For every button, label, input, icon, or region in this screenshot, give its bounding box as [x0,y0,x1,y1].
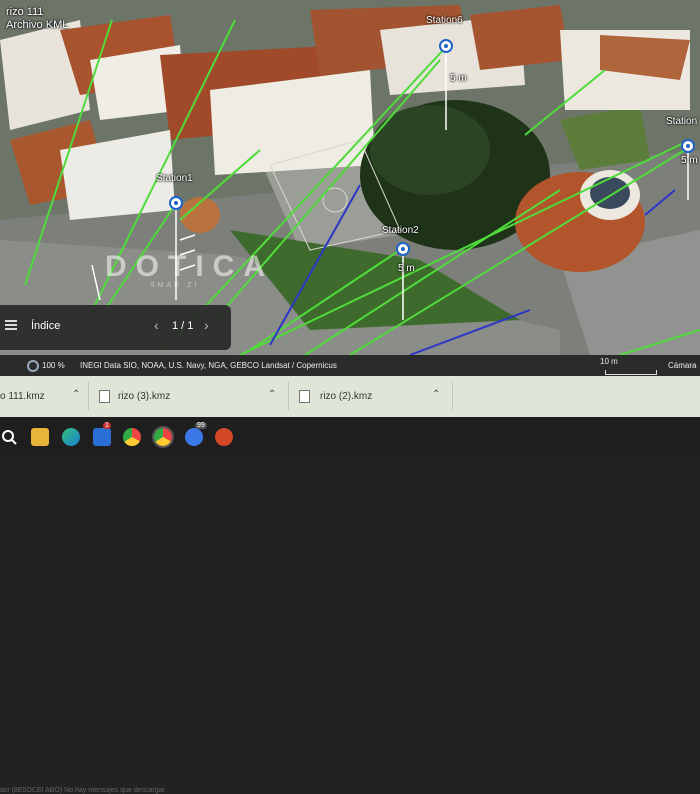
link-line [619,329,700,355]
scale-label: 10 m [600,357,618,366]
clock-icon[interactable] [185,428,203,446]
download-filename: o 111.kmz [0,391,45,402]
chevron-up-icon[interactable]: ⌃ [268,389,276,400]
link-line [524,69,606,136]
station-marker-6[interactable] [439,39,453,53]
next-page-icon[interactable]: › [204,317,209,333]
downloads-bar: o 111.kmz ⌃ rizo (3).kmz ⌃ rizo (2).kmz … [0,376,700,794]
watermark-sub: SMAR ZI [150,282,200,289]
mail-icon[interactable] [93,428,111,446]
station-marker-right[interactable] [681,139,695,153]
index-panel: Índice ‹ 1 / 1 › [0,305,231,350]
distance-label-right: 5 m [681,155,698,166]
station-label-2: Station2 [382,225,419,236]
watermark: DOTICA [105,250,274,283]
clock-badge: 99 [195,422,207,429]
link-line-blue [269,184,361,346]
powerpoint-icon[interactable] [215,428,233,446]
distance-label-2: 5 m [398,263,415,274]
zoom-level: 100 % [42,361,65,370]
scale-bar [605,370,657,375]
station-label-1: Station1 [156,173,193,184]
chevron-up-icon[interactable]: ⌃ [432,389,440,400]
background-window-text: acr (8E5OCEI ABO) No hay mensajes que de… [0,787,165,794]
edge-icon[interactable] [62,428,80,446]
map-view[interactable]: rizo 111 Archivo KML Station1 Station2 5… [0,0,700,355]
index-title: Índice [31,320,61,332]
link-line [239,139,691,355]
station-label-right: Station [666,116,698,127]
loading-ring-icon [27,360,39,372]
download-item[interactable]: rizo (2).kmz ⌃ [288,382,453,410]
download-filename: rizo (3).kmz [118,391,171,402]
chrome-icon[interactable] [123,428,141,446]
taskbar: 1 99 [0,417,700,457]
download-filename: rizo (2).kmz [320,391,373,402]
status-bar: 100 % INEGI Data SIO, NOAA, U.S. Navy, N… [0,355,700,376]
link-line [24,19,113,286]
download-item[interactable]: rizo (3).kmz ⌃ [88,382,289,410]
chrome-profile-icon[interactable] [152,426,174,448]
camera-label: Cámara [668,361,697,370]
list-icon[interactable] [5,320,17,330]
download-item[interactable]: o 111.kmz ⌃ [0,382,89,410]
file-explorer-icon[interactable] [31,428,49,446]
kml-title-block: rizo 111 Archivo KML [6,6,68,32]
chevron-up-icon[interactable]: ⌃ [72,389,80,400]
station-label-6: Station6 [426,15,463,26]
link-line-blue [644,189,676,216]
mail-badge: 1 [103,422,111,429]
link-lines [24,19,700,355]
kml-title: rizo 111 [6,6,44,18]
page-indicator: 1 / 1 [172,320,194,332]
link-line [179,149,261,221]
kml-subtitle: Archivo KML [6,19,69,31]
file-icon [299,390,310,403]
station-marker-1[interactable] [169,196,183,210]
prev-page-icon[interactable]: ‹ [154,317,159,333]
distance-label-6: 5 m [450,73,467,84]
station-marker-2[interactable] [396,242,410,256]
attribution: INEGI Data SIO, NOAA, U.S. Navy, NGA, GE… [80,361,337,370]
link-line-blue [409,309,531,355]
file-icon [99,390,110,403]
search-icon[interactable] [0,428,18,446]
